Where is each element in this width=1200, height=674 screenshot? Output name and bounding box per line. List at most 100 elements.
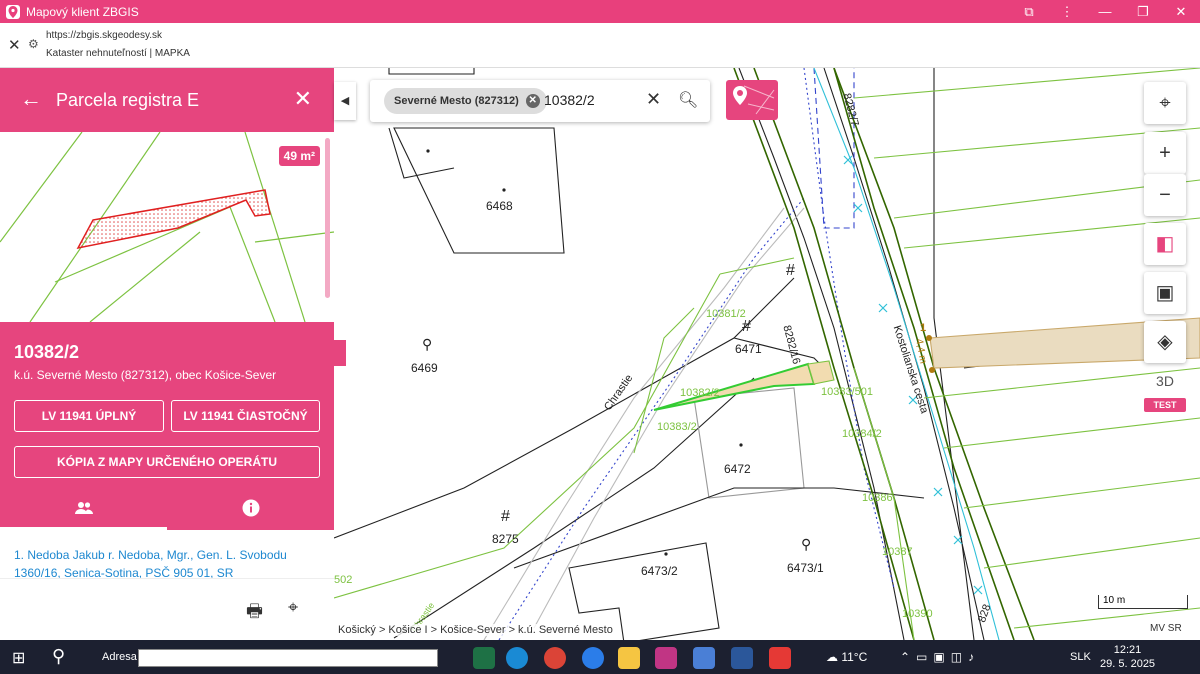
parcel-label-10387: 10387 [882,546,913,558]
panel-resize-handle[interactable] [334,340,346,366]
google-map-icon: ▣ [1155,282,1175,304]
road-symbol-icon: # [742,318,751,335]
map-canvas[interactable]: 6468 6469 6471 6472 6473/2 6473/1 8275 8… [334,68,1200,640]
zoom-out-button[interactable]: − [1144,174,1186,216]
minimize-button[interactable]: — [1086,0,1124,23]
close-panel-icon[interactable]: ✕ [294,86,312,112]
pdf-icon[interactable] [769,647,791,669]
parcel-preview: 49 m² [0,132,334,322]
parcel-label-6471: 6471 [735,342,762,356]
maps-app-icon[interactable] [693,647,715,669]
search-icon[interactable]: 🔍︎ [678,90,698,110]
more-menu-icon[interactable]: ⋮ [1048,0,1086,23]
parcel-label-6469: 6469 [411,361,438,375]
collapse-panel-button[interactable]: ◀ [334,82,356,120]
address-bar: ✕ ⚙ https://zbgis.skgeodesy.sk Kataster … [0,23,1200,68]
info-icon [242,499,259,517]
extension-icon[interactable]: ⧉ [1010,0,1048,23]
owner-text[interactable]: 1. Nedoba Jakub r. Nedoba, Mgr., Gen. L.… [14,546,314,582]
parcel-label-6472: 6472 [724,462,751,476]
maximize-button[interactable]: ❐ [1124,0,1162,23]
parcel-label-8275: 8275 [492,532,519,546]
page-subtitle: Kataster nehnuteľností | MAPKA [46,48,190,59]
word-icon[interactable] [731,647,753,669]
tab-owners[interactable] [0,488,167,530]
parcel-label-10381-2: 10381/2 [706,308,746,320]
close-icon[interactable]: ✕ [8,36,21,54]
crosshair-icon: ⌖ [1159,92,1171,114]
panel-scrollbar[interactable] [325,138,330,298]
search-input[interactable]: 10382/2 [544,92,595,108]
layers-icon: ◈ [1157,331,1173,353]
folder-icon[interactable] [618,647,640,669]
panel-tabs [0,488,334,530]
address-label: Adresa [102,651,137,663]
weather-temp: 11°C [841,650,868,664]
chrome-icon[interactable] [544,647,566,669]
close-window-button[interactable]: ✕ [1162,0,1200,23]
parcel-label-10382-2: 10382/2 [680,387,720,399]
window-title: Mapový klient ZBGIS [26,4,139,19]
address-input[interactable] [138,649,438,667]
parcel-number: 10382/2 [14,342,80,362]
cadastral-area: k.ú. Severné Mesto (827312), obec Košice… [14,368,277,382]
selected-parcel-highlight [653,362,816,411]
edge-icon[interactable] [506,647,528,669]
copy-map-button[interactable]: KÓPIA Z MAPY URČENÉHO OPERÁTU [14,446,320,478]
url-text[interactable]: https://zbgis.skgeodesy.sk [46,30,162,41]
parcel-label-10390: 10390 [902,608,933,620]
search-box[interactable]: Severné Mesto (827312) ✕ 10382/2 ✕ 🔍︎ [370,80,710,122]
panel-footer: 🖶 ⌖ [0,578,334,640]
language-indicator[interactable]: SLK [1070,651,1091,663]
excel-icon[interactable] [473,647,495,669]
road-symbol-icon: # [501,508,510,525]
google-maps-button[interactable]: ▣ [1144,272,1186,314]
parcel-label-6473-1: 6473/1 [787,561,824,575]
zoom-in-button[interactable]: + [1144,132,1186,174]
cadastral-area-chip[interactable]: Severné Mesto (827312) ✕ [384,88,547,114]
print-icon[interactable]: 🖶 [246,599,263,629]
chip-label: Severné Mesto (827312) [394,95,519,107]
magnifier-symbol-icon: ⚲ [801,536,812,552]
people-icon [74,501,93,514]
owner-line-1: 1. Nedoba Jakub r. Nedoba, Mgr., Gen. L.… [14,548,287,562]
compare-maps-button[interactable]: ◧ [1144,223,1186,265]
parcel-location-button[interactable] [726,80,778,120]
tab-info[interactable] [167,488,334,530]
point-label-1: 1 [920,322,927,334]
back-arrow-icon[interactable]: ← [20,86,42,112]
clock-date: 29. 5. 2025 [1100,658,1156,670]
locate-icon[interactable]: ⌖ [288,597,298,618]
title-bar: Mapový klient ZBGIS ⧉ ⋮ — ❐ ✕ [0,0,1200,23]
cadastral-map [334,68,1200,640]
lv-partial-button[interactable]: LV 11941 ČIASTOČNÝ [171,400,320,432]
attribution: MV SR [1150,623,1182,634]
location-breadcrumb[interactable]: Košický > Košice I > Košice-Sever > k.ú.… [338,624,613,636]
road-symbol-icon: # [786,262,795,279]
3d-button[interactable]: 3D [1144,373,1186,389]
minus-icon: − [1159,184,1171,206]
layers-button[interactable]: ◈ [1144,321,1186,363]
parcel-pin-icon [733,85,775,115]
parcel-panel: ← Parcela registra E ✕ 49 m² 10382/2 k.ú… [0,68,334,640]
magnifier-symbol-icon: ⚲ [422,336,433,352]
parcel-info: 10382/2 k.ú. Severné Mesto (827312), obe… [0,322,334,530]
area-badge: 49 m² [278,146,320,166]
clear-search-icon[interactable]: ✕ [646,89,661,110]
instagram-icon[interactable] [655,647,677,669]
panel-header: ← Parcela registra E ✕ [0,68,334,132]
chip-remove-icon[interactable]: ✕ [525,94,540,108]
clock-time: 12:21 [1113,644,1142,656]
lv-full-button[interactable]: LV 11941 ÚPLNÝ [14,400,164,432]
site-settings-icon[interactable]: ⚙ [28,37,39,51]
search-icon[interactable]: ⚲ [52,646,65,667]
parcel-label-6473-2: 6473/2 [641,564,678,578]
parcel-label-502: 502 [334,574,353,586]
clock[interactable]: 12:21 29. 5. 2025 [1100,643,1155,671]
my-location-button[interactable]: ⌖ [1144,82,1186,124]
weather-widget[interactable]: ☁ 11°C [826,650,867,664]
parcel-label-10383-501: 10383/501 [821,386,873,398]
windows-start-icon[interactable]: ⊞ [12,648,25,668]
system-tray[interactable]: ⌃▭▣◫♪ [900,650,980,664]
ie-icon[interactable] [582,647,604,669]
